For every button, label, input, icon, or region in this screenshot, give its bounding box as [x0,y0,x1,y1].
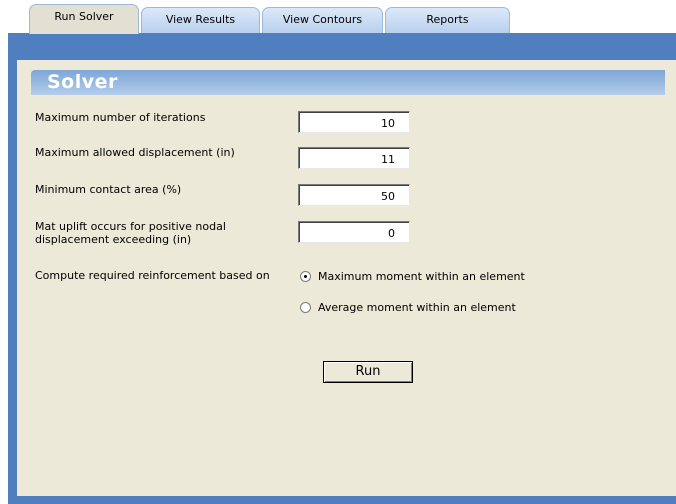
mat-uplift-label-line2: displacement exceeding (in) [35,233,192,246]
radio-button-checked[interactable] [300,270,311,282]
tab-run-solver[interactable]: Run Solver [29,4,139,34]
radio-avg-moment-label: Average moment within an element [318,300,516,314]
radio-button[interactable] [300,301,311,313]
mat-uplift-label: Mat uplift occurs for positive nodal dis… [35,220,226,246]
section-title: Solver [47,71,118,93]
mat-uplift-label-line1: Mat uplift occurs for positive nodal [35,220,226,233]
radio-max-moment-label: Maximum moment within an element [318,269,525,283]
section-header: Solver [31,70,665,95]
reinforcement-label: Compute required reinforcement based on [35,269,270,282]
tab-label: View Contours [282,13,363,26]
max-iterations-label: Maximum number of iterations [35,111,206,124]
radio-avg-moment[interactable]: Average moment within an element [300,300,516,314]
mat-uplift-input[interactable]: 0 [298,221,410,243]
tab-view-results[interactable]: View Results [141,7,260,33]
run-button[interactable]: Run [323,361,413,383]
tab-label: View Results [165,13,236,26]
radio-max-moment[interactable]: Maximum moment within an element [300,269,525,283]
tab-label: Run Solver [54,10,114,23]
min-contact-area-label: Minimum contact area (%) [35,183,182,196]
min-contact-area-input[interactable]: 50 [298,184,410,206]
tab-reports[interactable]: Reports [385,7,510,33]
max-iterations-input[interactable]: 10 [298,111,410,133]
tab-view-contours[interactable]: View Contours [262,7,383,33]
tab-bar: Run Solver View Results View Contours Re… [0,0,676,34]
max-displacement-label: Maximum allowed displacement (in) [35,146,235,159]
max-displacement-input[interactable]: 11 [298,147,410,169]
tab-label: Reports [426,13,469,26]
